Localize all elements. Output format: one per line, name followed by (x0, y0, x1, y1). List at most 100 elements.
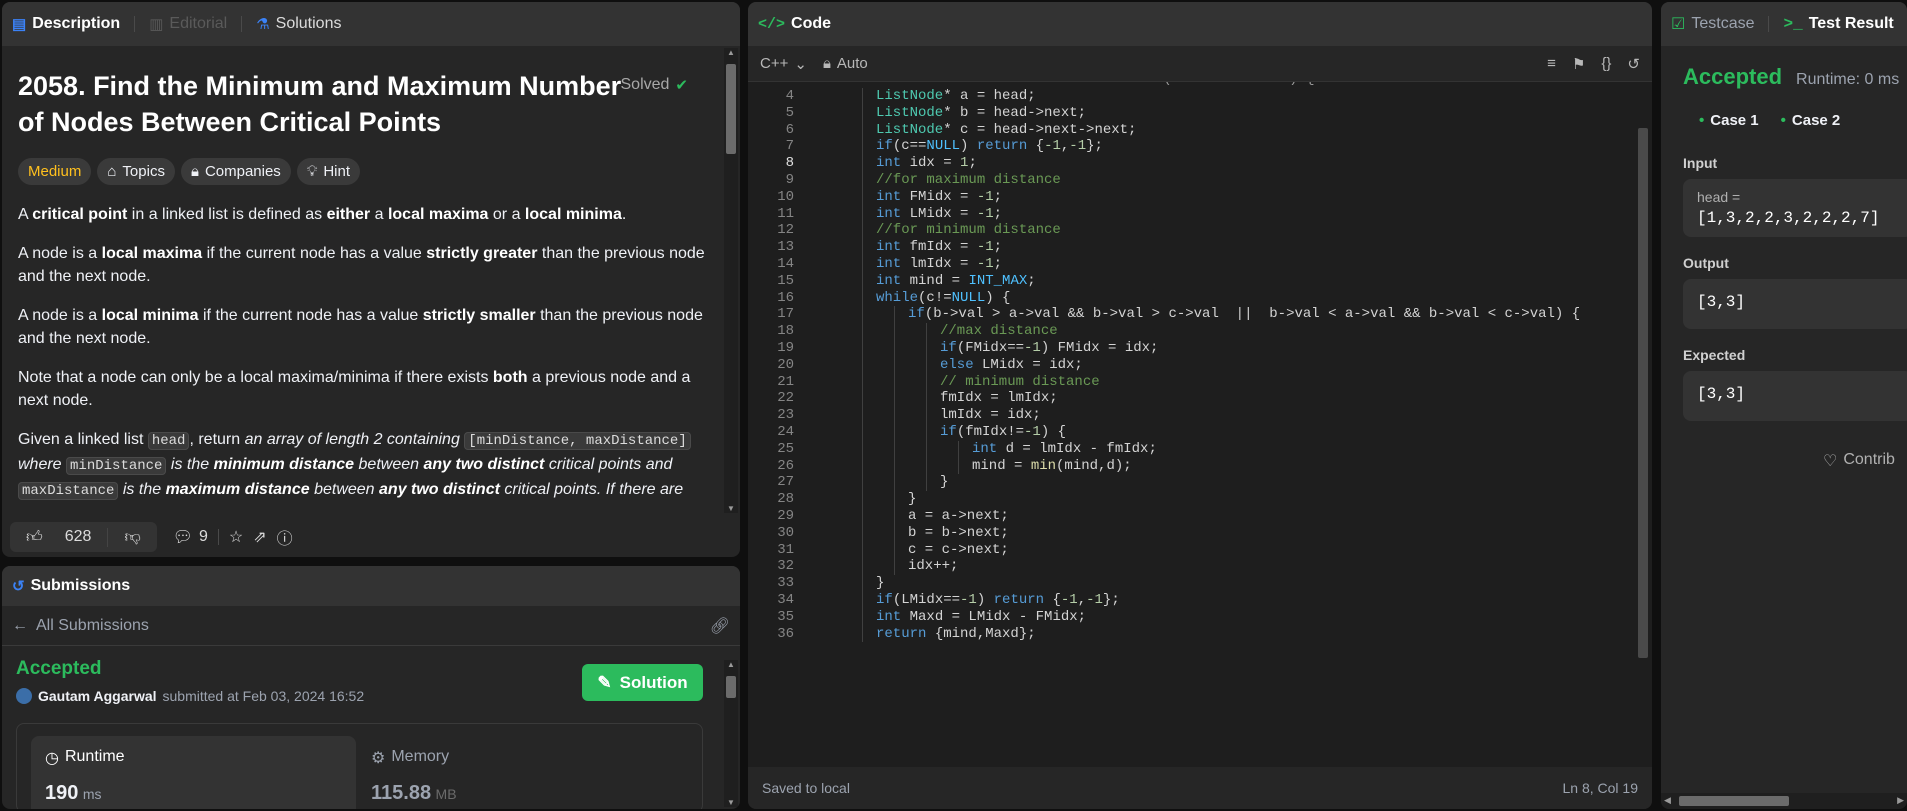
tab-testcase[interactable]: ☑ Testcase (1671, 14, 1754, 34)
contribute-link[interactable]: ♡ Contrib (1823, 451, 1907, 471)
code-line: if(fmIdx!=-1) { (940, 424, 1067, 440)
indent-guide (894, 424, 895, 441)
line-number: 8 (785, 155, 794, 172)
scroll-thumb[interactable] (1638, 128, 1648, 658)
case-2-tab[interactable]: • Case 2 (1781, 112, 1841, 129)
indent-guide (862, 541, 863, 559)
all-submissions-link[interactable]: ← All Submissions (12, 617, 149, 635)
dislike-button[interactable]: 👎︎ (107, 527, 156, 547)
line-number: 13 (777, 239, 794, 256)
problem-title: 2058. Find the Minimum and Maximum Numbe… (18, 71, 622, 137)
case-tabs: • Case 1 • Case 2 (1683, 112, 1907, 129)
scroll-thumb[interactable] (726, 64, 736, 154)
tab-divider (134, 16, 136, 32)
input-box: head = [1,3,2,2,3,2,2,2,7] (1683, 179, 1907, 237)
line-number: 11 (777, 205, 794, 222)
thumbs-down-icon: 👎︎ (124, 528, 141, 546)
scroll-thumb[interactable] (726, 676, 736, 698)
edit-icon: ✎ (597, 672, 612, 692)
runtime-card[interactable]: ◷ Runtime 190 ms (31, 736, 356, 809)
language-select[interactable]: C++ ⌄ (760, 55, 807, 73)
hint-tag[interactable]: 💡︎ Hint (296, 158, 361, 185)
braces-icon[interactable]: {} (1601, 55, 1611, 72)
problem-paragraph: Given a linked list head, return an arra… (18, 428, 708, 503)
case-1-tab[interactable]: • Case 1 (1699, 112, 1759, 129)
indent-guide (862, 88, 863, 105)
tab-solutions[interactable]: ⚗ Solutions (256, 15, 341, 33)
submissions-scrollbar[interactable]: ▲ ▼ (724, 660, 738, 807)
submissions-panel: ↺ Submissions ← All Submissions 🔗︎ Accep… (2, 566, 740, 809)
reset-icon[interactable]: ↺ (1627, 55, 1640, 73)
editor-scrollbar[interactable] (1636, 128, 1650, 658)
indent-guide (862, 474, 863, 492)
code-line: ListNode* b = head->next; (876, 104, 1087, 121)
code-line: idx++; (908, 558, 959, 575)
tab-test-result[interactable]: >_ Test Result (1783, 15, 1893, 33)
indent-guide (926, 390, 927, 408)
expected-label: Expected (1683, 347, 1746, 363)
indent-guide (862, 172, 863, 189)
indent-guide (894, 541, 895, 559)
avatar[interactable] (16, 688, 32, 704)
help-icon[interactable]: ⓘ (277, 525, 293, 549)
code-header: </> Code (748, 2, 1652, 46)
companies-tag[interactable]: 🔒︎ Companies (180, 158, 291, 185)
code-line: if(c==NULL) return {-1,-1}; (876, 138, 1103, 155)
code-line: int d = lmIdx - fmIdx; (972, 440, 1157, 457)
author-name[interactable]: Gautam Aggarwal (38, 688, 157, 704)
indent-guide (862, 625, 863, 643)
thumbs-up-icon: 👍︎ (26, 528, 43, 546)
code-line: a = a->next; (908, 508, 1009, 524)
code-line: if(LMidx==-1) return {-1,-1}; (876, 592, 1120, 608)
description-scrollbar[interactable]: ▲ ▼ (724, 48, 738, 513)
autosave-mode[interactable]: 🔒︎ Auto (823, 55, 868, 72)
indent-guide (862, 390, 863, 408)
indent-guide (894, 323, 895, 340)
favorite-star-icon[interactable]: ☆ (229, 527, 243, 547)
lightbulb-icon: 💡︎ (306, 163, 318, 180)
check-circle-icon: ✔ (675, 77, 688, 94)
scroll-thumb[interactable] (1679, 796, 1789, 806)
indent-guide (862, 188, 863, 206)
indent-guide (862, 222, 863, 240)
line-number: 35 (777, 608, 794, 625)
bookmark-icon[interactable]: ⚑ (1572, 55, 1585, 73)
format-icon[interactable]: ≡ (1547, 55, 1556, 72)
difficulty-badge[interactable]: Medium (18, 158, 92, 185)
indent-guide (862, 524, 863, 542)
code-line: fmIdx = lmIdx; (940, 390, 1058, 407)
like-button[interactable]: 👍︎ 628 (10, 528, 107, 547)
tab-description[interactable]: ▤ Description (12, 15, 120, 33)
share-icon[interactable]: ⇗ (253, 527, 266, 547)
horizontal-scrollbar[interactable]: ◀ ▶ (1661, 793, 1907, 809)
indent-guide (894, 508, 895, 525)
output-label: Output (1683, 255, 1729, 271)
code-line: //max distance (940, 323, 1058, 340)
problem-paragraph: A node is a local maxima if the current … (18, 245, 705, 285)
code-line: int lmIdx = -1; (876, 256, 1003, 272)
indent-guide (926, 407, 927, 424)
tab-editorial[interactable]: ▥ Editorial (149, 15, 227, 33)
line-number: 14 (777, 256, 794, 272)
code-line: //for maximum distance (876, 172, 1061, 188)
indent-guide (894, 407, 895, 424)
code-editor[interactable]: vector<int> nodesBetweenCriticalPoints(L… (748, 82, 1638, 757)
tab-code[interactable]: </> Code (758, 15, 831, 33)
comments-button[interactable]: 💬︎ 9 (173, 527, 208, 547)
topics-tag[interactable]: ⌂ Topics (97, 158, 175, 185)
indent-guide (862, 440, 863, 458)
problem-paragraph: A node is a local minima if the current … (18, 307, 703, 347)
code-line: while(c!=NULL) { (876, 289, 1011, 306)
indent-guide (862, 356, 863, 374)
chip-icon: ⚙ (371, 750, 386, 767)
tag-list: Medium ⌂ Topics 🔒︎ Companies 💡︎ Hint (18, 158, 708, 185)
clock-icon: ◷ (45, 750, 59, 767)
vote-pill: 👍︎ 628 👎︎ (10, 522, 157, 552)
tab-submissions[interactable]: ↺ Submissions (12, 577, 130, 595)
link-icon[interactable]: 🔗︎ (710, 616, 730, 636)
submitted-time: submitted at Feb 03, 2024 16:52 (162, 688, 365, 704)
memory-card[interactable]: ⚙ Memory 115.88 MB (371, 748, 457, 805)
indent-guide (894, 356, 895, 374)
line-number: 34 (777, 592, 794, 608)
solution-button[interactable]: ✎ Solution (582, 664, 703, 701)
